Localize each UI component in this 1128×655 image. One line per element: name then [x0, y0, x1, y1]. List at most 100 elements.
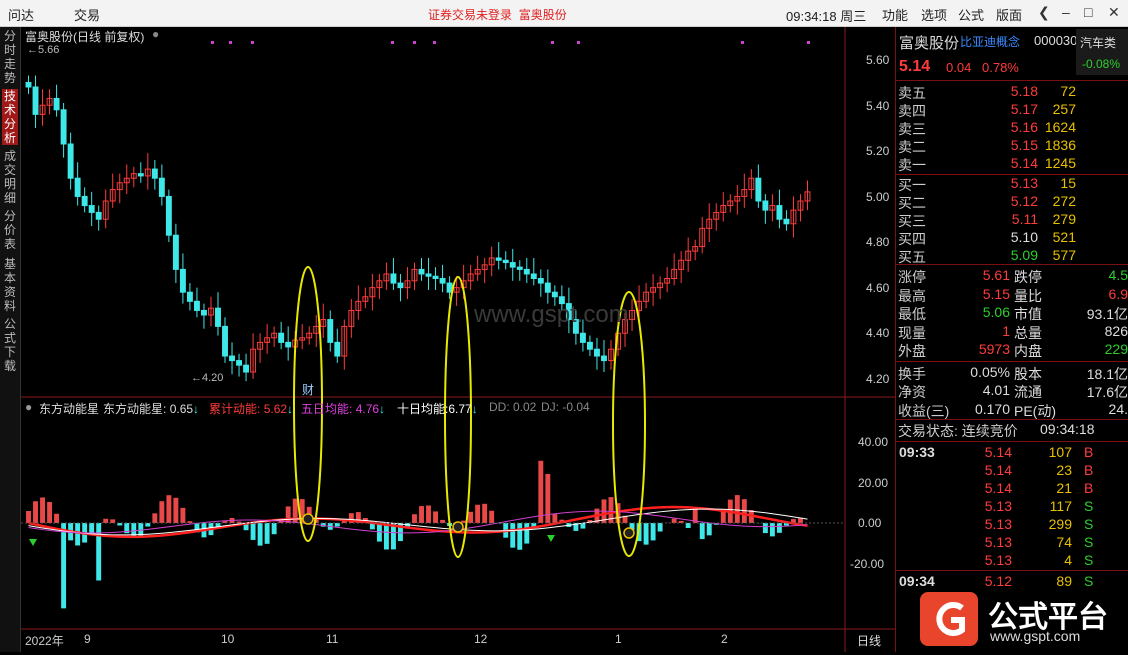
- ind-dd: DD: 0.02: [489, 400, 536, 414]
- indicator-bar: [159, 501, 164, 523]
- signal-marker: [303, 514, 313, 524]
- last-price: 5.14: [899, 58, 930, 76]
- stat-value: 93.1亿: [1066, 304, 1128, 324]
- tab-price-table[interactable]: 分价表: [2, 209, 18, 251]
- bid-volume: 279: [1036, 211, 1076, 227]
- marker: [211, 41, 214, 44]
- ask-row[interactable]: 卖五 5.18 72: [896, 83, 1128, 101]
- stat-row: 换手 0.05% 股本 18.1亿: [896, 364, 1128, 382]
- ask-row[interactable]: 卖一 5.14 1245: [896, 155, 1128, 173]
- tick-volume: 21: [1026, 480, 1072, 496]
- indicator-bar: [433, 511, 438, 523]
- tick-price: 5.13: [966, 552, 1012, 568]
- sector-box[interactable]: 汽车类 -0.08%: [1076, 29, 1128, 75]
- bid-row[interactable]: 买一 5.13 15: [896, 175, 1128, 193]
- divider: [896, 361, 1128, 362]
- candle-body: [763, 201, 768, 210]
- tab-technical[interactable]: 技术分析: [2, 89, 18, 145]
- concept-tag[interactable]: 比亚迪概念: [960, 33, 1020, 50]
- signal-marker: [624, 528, 634, 538]
- cai-label: 财: [302, 381, 314, 398]
- ask-row[interactable]: 卖二 5.15 1836: [896, 137, 1128, 155]
- menu-trade[interactable]: 交易: [74, 5, 100, 24]
- stat-value: 826: [1066, 323, 1128, 339]
- indicator-bar: [672, 519, 677, 523]
- tab-formula-download[interactable]: 公式下载: [2, 317, 18, 373]
- indicator-bar: [412, 514, 417, 523]
- ask-row[interactable]: 卖四 5.17 257: [896, 101, 1128, 119]
- tab-profile[interactable]: 基本资料: [2, 257, 18, 313]
- tick-side: B: [1084, 462, 1093, 478]
- tick-row: 09:33 5.14 107 B: [896, 444, 1128, 462]
- date-tick: 1: [615, 632, 622, 646]
- stock-link[interactable]: 富奥股份: [519, 8, 567, 22]
- date-tick: 10: [221, 632, 234, 646]
- trade-status-row: 交易状态: 连续竞价 09:34:18: [896, 421, 1128, 439]
- tick-volume: 4: [1026, 552, 1072, 568]
- indicator-tick: -20.00: [850, 557, 884, 571]
- menu-formula[interactable]: 公式: [958, 5, 984, 24]
- menu-wenda[interactable]: 问达: [8, 5, 34, 24]
- bid-row[interactable]: 买四 5.10 521: [896, 229, 1128, 247]
- stat-label: 净资: [898, 382, 926, 402]
- chart-area[interactable]: 富奥股份(日线 前复权) ● ←5.66 ←4.20 www.gspt.com …: [21, 27, 895, 652]
- candle-body: [194, 301, 199, 310]
- divider: [896, 441, 1128, 442]
- indicator-bar: [265, 523, 270, 544]
- marker: [551, 41, 554, 44]
- date-tick: 11: [326, 632, 338, 646]
- sector-name: 汽车类: [1080, 34, 1116, 51]
- period-label[interactable]: 日线: [857, 632, 881, 649]
- candle-body: [61, 110, 66, 144]
- tick-side: S: [1084, 552, 1093, 568]
- candle-body: [335, 342, 340, 356]
- ask-row[interactable]: 卖三 5.16 1624: [896, 119, 1128, 137]
- close-icon[interactable]: ✕: [1108, 4, 1120, 21]
- maximize-icon[interactable]: □: [1084, 4, 1092, 20]
- candle-body: [328, 320, 333, 343]
- price-tick: 4.60: [866, 281, 889, 295]
- indicator-bar: [103, 519, 108, 523]
- tick-price: 5.14: [966, 444, 1012, 460]
- indicator-settings-icon[interactable]: ●: [25, 400, 32, 414]
- divider: [896, 264, 1128, 265]
- price-tick: 4.80: [866, 235, 889, 249]
- menu-layout[interactable]: 版面: [996, 5, 1022, 24]
- candle-body: [166, 196, 171, 235]
- menu-options[interactable]: 选项: [921, 5, 947, 24]
- indicator-name[interactable]: 东方动能星: [39, 400, 99, 417]
- stat-value: 0.05%: [956, 364, 1010, 380]
- quote-panel: 富奥股份 比亚迪概念 000030 汽车类 -0.08% 5.14 0.04 0…: [895, 27, 1128, 652]
- back-icon[interactable]: ❮: [1038, 4, 1050, 21]
- ask-volume: 1624: [1036, 119, 1076, 135]
- stat-value: 5.06: [956, 304, 1010, 320]
- indicator-bar: [47, 502, 52, 523]
- candle-body: [552, 292, 557, 297]
- stat-label: 收益(三): [898, 401, 949, 421]
- indicator-bar: [75, 523, 80, 545]
- minimize-icon[interactable]: –: [1062, 4, 1070, 20]
- menu-function[interactable]: 功能: [882, 5, 908, 24]
- login-notice[interactable]: 证券交易未登录 富奥股份: [428, 6, 567, 23]
- candle-body: [503, 260, 508, 262]
- ask-volume: 1836: [1036, 137, 1076, 153]
- stat-label: 涨停: [898, 267, 926, 287]
- chart-title: 富奥股份(日线 前复权): [25, 28, 144, 45]
- bid-row[interactable]: 买五 5.09 577: [896, 247, 1128, 265]
- tab-transactions[interactable]: 成交明细: [2, 149, 18, 205]
- candle-body: [54, 98, 59, 109]
- indicator-bar: [763, 523, 768, 533]
- tab-timeshare[interactable]: 分时走势: [2, 29, 18, 85]
- bid-label: 买二: [898, 193, 926, 213]
- indicator-bar: [152, 513, 157, 523]
- indicator-bar: [166, 495, 171, 523]
- date-tick: 9: [84, 632, 91, 646]
- indicator-bar: [707, 523, 712, 535]
- bid-row[interactable]: 买二 5.12 272: [896, 193, 1128, 211]
- ask-price: 5.17: [976, 101, 1038, 117]
- bid-row[interactable]: 买三 5.11 279: [896, 211, 1128, 229]
- chart-settings-icon[interactable]: ●: [152, 27, 159, 41]
- tick-time: 09:34: [899, 573, 935, 589]
- candle-body: [510, 263, 515, 268]
- candle-body: [784, 219, 789, 224]
